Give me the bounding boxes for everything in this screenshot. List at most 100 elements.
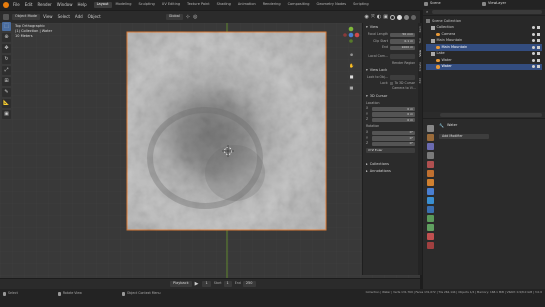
scale-tool-icon[interactable]: ⤢ bbox=[2, 66, 11, 75]
render-camera-icon[interactable] bbox=[537, 65, 540, 69]
current-frame-field[interactable]: 1 bbox=[202, 281, 211, 287]
eye-icon[interactable] bbox=[532, 39, 535, 43]
tab-modeling[interactable]: Modeling bbox=[113, 2, 135, 8]
world-properties-icon[interactable] bbox=[427, 170, 434, 177]
eye-icon[interactable] bbox=[532, 26, 535, 30]
render-camera-icon[interactable] bbox=[537, 39, 540, 43]
tab-animation[interactable]: Animation bbox=[235, 2, 259, 8]
render-camera-icon[interactable] bbox=[537, 52, 540, 56]
view-lock-section-header[interactable]: ▾ View Lock bbox=[366, 68, 415, 73]
collections-section-header[interactable]: ▸ Collections bbox=[366, 162, 415, 167]
tab-uv-editing[interactable]: UV Editing bbox=[159, 2, 183, 8]
viewport-menu-add[interactable]: Add bbox=[75, 15, 83, 19]
menu-edit[interactable]: Edit bbox=[25, 3, 33, 7]
blender-logo-icon[interactable] bbox=[3, 2, 9, 8]
editor-type-icon[interactable] bbox=[3, 14, 9, 20]
navigation-gizmo[interactable] bbox=[341, 25, 361, 46]
viewport-menu-object[interactable]: Object bbox=[88, 15, 101, 19]
menu-file[interactable]: File bbox=[13, 3, 20, 7]
scene-properties-icon[interactable] bbox=[427, 161, 434, 168]
add-cube-tool-icon[interactable]: ▣ bbox=[2, 110, 11, 119]
tab-sculpting[interactable]: Sculpting bbox=[135, 2, 157, 8]
end-frame-field[interactable]: 250 bbox=[242, 281, 256, 287]
focal-length-field[interactable]: 50 mm bbox=[390, 32, 415, 37]
perspective-toggle-icon[interactable]: ▦ bbox=[347, 83, 356, 92]
xray-icon[interactable]: ▣ bbox=[383, 14, 388, 20]
eye-icon[interactable] bbox=[532, 52, 535, 56]
tab-rendering[interactable]: Rendering bbox=[260, 2, 284, 8]
rotate-tool-icon[interactable]: ↻ bbox=[2, 55, 11, 64]
cursor-rotation-y[interactable]: 0° bbox=[372, 136, 415, 141]
view-layer-selector[interactable]: ViewLayer bbox=[482, 2, 506, 6]
wireframe-shading-icon[interactable] bbox=[390, 14, 395, 20]
texture-properties-icon[interactable] bbox=[427, 242, 434, 249]
rotation-mode-select[interactable]: XYZ Euler bbox=[366, 148, 415, 153]
material-shading-icon[interactable] bbox=[404, 14, 409, 20]
annotate-tool-icon[interactable]: ✎ bbox=[2, 88, 11, 97]
cursor-tool-icon[interactable]: ⊕ bbox=[2, 33, 11, 42]
lock-to-object-field[interactable] bbox=[390, 75, 415, 80]
tab-geometry-nodes[interactable]: Geometry Nodes bbox=[314, 2, 350, 8]
cursor-location-y[interactable]: 0 m bbox=[372, 112, 415, 117]
tab-texture-paint[interactable]: Texture Paint bbox=[184, 2, 213, 8]
modifier-properties-icon[interactable] bbox=[427, 188, 434, 195]
outliner-search-input[interactable] bbox=[432, 10, 542, 14]
select-box-icon[interactable]: ⬚ bbox=[2, 22, 11, 31]
cursor-location-x[interactable]: 0 m bbox=[372, 106, 415, 112]
proportional-edit-icon[interactable]: ◎ bbox=[193, 14, 197, 20]
clip-start-field[interactable]: 0.1 m bbox=[390, 39, 415, 44]
add-modifier-button[interactable]: Add Modifier bbox=[439, 134, 489, 139]
eye-icon[interactable] bbox=[532, 65, 535, 69]
view-section-header[interactable]: ▾ View bbox=[366, 25, 415, 30]
playback-menu[interactable]: Playback bbox=[170, 281, 192, 287]
pan-icon[interactable]: ✋ bbox=[347, 61, 356, 70]
outliner-row[interactable]: Water bbox=[426, 63, 542, 70]
menu-render[interactable]: Render bbox=[37, 3, 51, 7]
overlay-icon[interactable]: ◐ bbox=[377, 14, 381, 20]
constraint-properties-icon[interactable] bbox=[427, 215, 434, 222]
camera-view-icon[interactable]: ■ bbox=[347, 72, 356, 81]
view-layer-properties-icon[interactable] bbox=[427, 152, 434, 159]
tab-scripting[interactable]: Scripting bbox=[350, 2, 372, 8]
zoom-icon[interactable]: ⊕ bbox=[347, 50, 356, 59]
outliner-filter-icon[interactable]: ⌕ bbox=[426, 10, 428, 14]
tab-shading[interactable]: Shading bbox=[214, 2, 234, 8]
render-camera-icon[interactable] bbox=[537, 26, 540, 30]
tab-compositing[interactable]: Compositing bbox=[285, 2, 313, 8]
measure-tool-icon[interactable]: 📐 bbox=[2, 99, 11, 108]
transform-orientation[interactable]: Global bbox=[165, 14, 183, 20]
solid-shading-icon[interactable] bbox=[397, 14, 402, 20]
object-properties-icon[interactable] bbox=[427, 179, 434, 186]
particles-properties-icon[interactable] bbox=[427, 197, 434, 204]
3d-cursor-section-header[interactable]: ▾ 3D Cursor bbox=[366, 95, 415, 99]
physics-properties-icon[interactable] bbox=[427, 206, 434, 213]
material-properties-icon[interactable] bbox=[427, 233, 434, 240]
mode-selector[interactable]: Object Mode bbox=[12, 14, 41, 20]
render-properties-icon[interactable] bbox=[427, 134, 434, 141]
viewport-menu-select[interactable]: Select bbox=[58, 15, 70, 19]
transform-tool-icon[interactable]: ⊞ bbox=[2, 77, 11, 86]
eye-icon[interactable] bbox=[532, 32, 535, 36]
render-camera-icon[interactable] bbox=[537, 45, 540, 49]
annotations-section-header[interactable]: ▸ Annotations bbox=[366, 169, 415, 174]
eye-icon[interactable] bbox=[532, 58, 535, 62]
viewport-menu-view[interactable]: View bbox=[43, 15, 53, 19]
data-properties-icon[interactable] bbox=[427, 224, 434, 231]
menu-window[interactable]: Window bbox=[57, 3, 73, 7]
sidebar-tab-item[interactable]: Item bbox=[418, 26, 422, 32]
sidebar-tab-create[interactable]: Create bbox=[418, 62, 422, 71]
snap-icon[interactable]: ⊹ bbox=[186, 14, 190, 20]
local-camera-field[interactable] bbox=[390, 54, 415, 59]
cursor-rotation-z[interactable]: 0° bbox=[372, 141, 415, 147]
cursor-location-z[interactable]: 0 m bbox=[372, 117, 415, 123]
move-tool-icon[interactable]: ✥ bbox=[2, 44, 11, 53]
tab-layout[interactable]: Layout bbox=[93, 2, 112, 8]
visibility-icon[interactable]: ◉ bbox=[365, 14, 369, 20]
properties-search-input[interactable] bbox=[440, 113, 542, 117]
play-icon[interactable]: ▶ bbox=[195, 281, 199, 287]
eye-icon[interactable] bbox=[532, 45, 535, 49]
output-properties-icon[interactable] bbox=[427, 143, 434, 150]
render-camera-icon[interactable] bbox=[537, 32, 540, 36]
gizmo-icon[interactable]: ⤧ bbox=[371, 14, 375, 20]
sidebar-tab-tool[interactable]: Tool bbox=[418, 38, 422, 43]
